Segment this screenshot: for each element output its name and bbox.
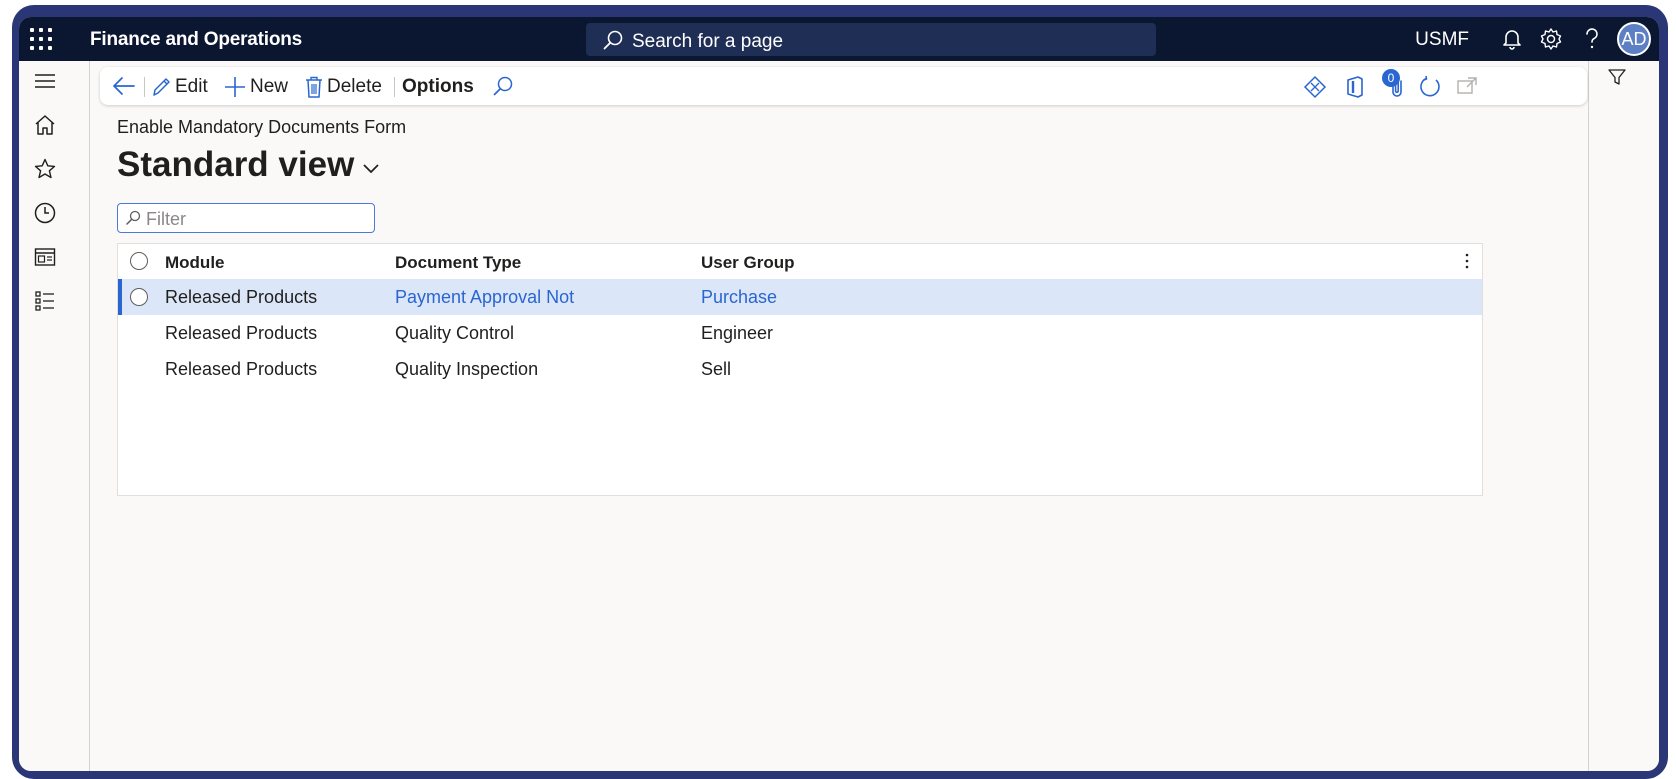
row-select-radio[interactable] <box>130 288 148 306</box>
gear-icon[interactable] <box>1539 27 1563 51</box>
page-search-box[interactable]: Search for a page <box>586 23 1156 56</box>
modules-list-icon[interactable] <box>33 289 57 313</box>
column-header-module[interactable]: Module <box>165 253 225 273</box>
edit-label: Edit <box>175 76 208 97</box>
right-filter-pane <box>1588 61 1659 771</box>
records-grid: Module Document Type User Group Released… <box>117 243 1483 496</box>
cell-document-type[interactable]: Quality Inspection <box>395 359 538 380</box>
workspaces-icon[interactable] <box>33 245 57 269</box>
form-caption: Enable Mandatory Documents Form <box>117 117 407 137</box>
search-icon <box>603 30 623 50</box>
cell-document-type[interactable]: Payment Approval Not <box>395 287 574 308</box>
action-search-icon[interactable] <box>492 75 514 97</box>
left-navigation-pane <box>19 61 90 771</box>
more-options-icon[interactable] <box>1464 252 1470 270</box>
table-row[interactable]: Released Products Payment Approval Not P… <box>118 279 1482 315</box>
cell-user-group[interactable]: Purchase <box>701 287 777 308</box>
select-all-radio[interactable] <box>130 252 148 270</box>
help-icon[interactable] <box>1583 27 1601 51</box>
user-avatar[interactable]: AD <box>1617 22 1651 56</box>
pencil-icon <box>153 78 170 96</box>
separator <box>144 77 145 97</box>
delete-label: Delete <box>327 76 382 97</box>
delete-button[interactable]: Delete <box>305 74 382 100</box>
cell-module[interactable]: Released Products <box>165 287 317 308</box>
filter-funnel-icon[interactable] <box>1607 67 1627 87</box>
cell-user-group[interactable]: Engineer <box>701 323 773 344</box>
open-in-new-window-icon[interactable] <box>1456 75 1478 97</box>
table-row[interactable]: Released Products Quality Inspection Sel… <box>118 351 1482 387</box>
refresh-icon[interactable] <box>1418 75 1442 99</box>
app-launcher-icon[interactable] <box>30 28 52 50</box>
back-arrow-icon[interactable] <box>112 75 136 97</box>
home-icon[interactable] <box>33 113 57 137</box>
app-title[interactable]: Finance and Operations <box>90 29 302 51</box>
filter-input[interactable] <box>144 207 368 231</box>
office-icon[interactable] <box>1344 75 1366 99</box>
favorites-star-icon[interactable] <box>33 157 57 181</box>
search-placeholder: Search for a page <box>632 31 784 52</box>
view-selector[interactable]: Standard view <box>117 145 380 185</box>
action-pane: Edit New Delete Options 0 <box>100 67 1587 105</box>
menu-icon[interactable] <box>33 69 57 93</box>
separator <box>394 77 395 97</box>
cell-module[interactable]: Released Products <box>165 359 317 380</box>
quick-filter[interactable] <box>117 203 375 233</box>
power-apps-icon[interactable] <box>1303 75 1327 99</box>
new-button[interactable]: New <box>224 74 288 100</box>
cell-user-group[interactable]: Sell <box>701 359 731 380</box>
cell-document-type[interactable]: Quality Control <box>395 323 514 344</box>
filter-search-icon <box>126 210 141 225</box>
table-row[interactable]: Released Products Quality Control Engine… <box>118 315 1482 351</box>
grid-header: Module Document Type User Group <box>118 244 1482 280</box>
recent-clock-icon[interactable] <box>33 201 57 225</box>
options-tab[interactable]: Options <box>402 74 474 100</box>
bell-icon[interactable] <box>1501 27 1523 51</box>
view-title: Standard view <box>117 145 355 184</box>
top-navigation-bar: Finance and Operations Search for a page… <box>19 17 1659 61</box>
column-header-document-type[interactable]: Document Type <box>395 253 521 273</box>
column-header-user-group[interactable]: User Group <box>701 253 795 273</box>
plus-icon <box>225 77 245 97</box>
new-label: New <box>250 76 289 97</box>
company-picker[interactable]: USMF <box>1415 29 1469 51</box>
edit-button[interactable]: Edit <box>151 74 208 100</box>
chevron-down-icon <box>363 164 379 174</box>
attachments-count-badge: 0 <box>1382 69 1400 87</box>
app-window: Finance and Operations Search for a page… <box>19 17 1659 771</box>
trash-icon <box>306 76 322 98</box>
cell-module[interactable]: Released Products <box>165 323 317 344</box>
